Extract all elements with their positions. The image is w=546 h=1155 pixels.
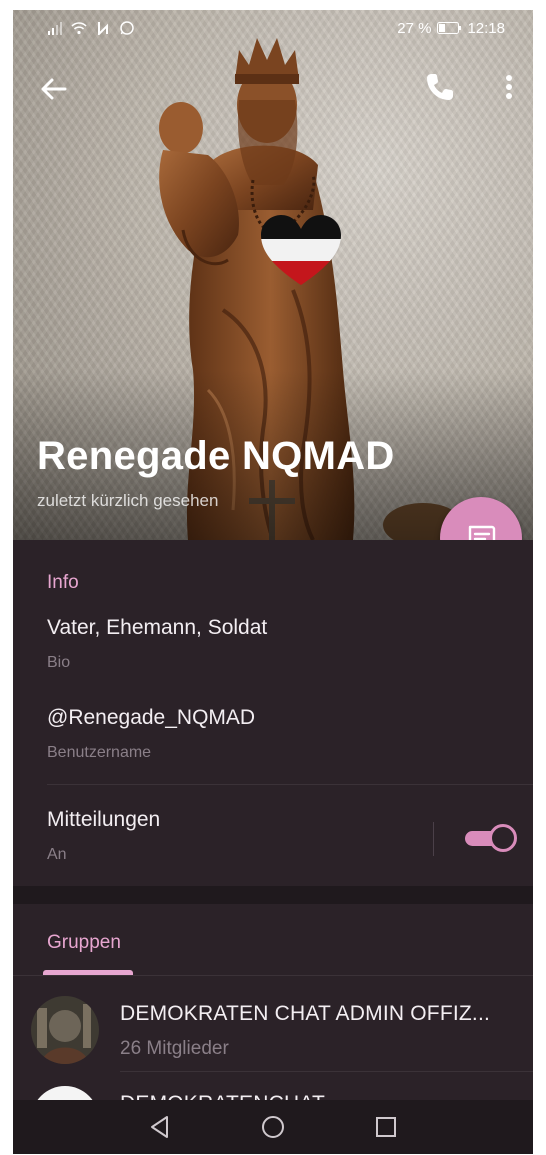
- wifi-icon: [71, 22, 87, 35]
- nfc-icon: [98, 22, 108, 35]
- notifications-state: An: [47, 846, 67, 863]
- whatsapp-icon: [120, 21, 134, 35]
- navigation-bar: [13, 1100, 533, 1154]
- list-item[interactable]: DEMOKRATEN CHAT ADMIN OFFIZ... 26 Mitgli…: [13, 982, 533, 1072]
- signal-icon: [48, 22, 62, 35]
- arrow-left-icon[interactable]: [37, 72, 71, 106]
- profile-screen: 27 % 12:18 Renegade NQMAD zuletzt kürzli…: [13, 10, 533, 1154]
- group-name: DEMOKRATEN CHAT ADMIN OFFIZ...: [120, 1002, 491, 1025]
- groups-section: Gruppen DEMOKRATEN CHAT ADMIN OFFIZ... 2…: [13, 904, 533, 1154]
- notifications-toggle[interactable]: [465, 822, 517, 854]
- tab-groups[interactable]: Gruppen: [47, 932, 121, 954]
- last-seen-status: zuletzt kürzlich gesehen: [37, 491, 219, 510]
- more-vertical-icon[interactable]: [499, 70, 519, 104]
- toggle-knob: [489, 824, 517, 852]
- status-time: 12:18: [467, 19, 505, 37]
- group-members: 26 Mitglieder: [120, 1038, 229, 1059]
- section-gap: [13, 886, 533, 904]
- username-label: Benutzername: [47, 744, 152, 761]
- battery-icon: [437, 22, 462, 34]
- info-section: Info Vater, Ehemann, Soldat Bio @Renegad…: [13, 540, 533, 886]
- info-title: Info: [47, 572, 79, 593]
- profile-name: Renegade NQMAD: [37, 434, 395, 478]
- profile-header[interactable]: 27 % 12:18 Renegade NQMAD zuletzt kürzli…: [13, 10, 533, 540]
- avatar: [31, 996, 99, 1064]
- phone-icon[interactable]: [423, 70, 457, 104]
- divider: [47, 784, 533, 785]
- nav-back-icon[interactable]: [147, 1114, 173, 1140]
- toggle-separator: [433, 822, 434, 856]
- nav-recents-icon[interactable]: [373, 1114, 399, 1140]
- tab-divider: [13, 975, 533, 976]
- battery-percent: 27 %: [397, 19, 432, 37]
- bio-label: Bio: [47, 654, 71, 671]
- status-bar: 27 % 12:18: [13, 10, 533, 46]
- nav-home-icon[interactable]: [260, 1114, 286, 1140]
- bio-value: Vater, Ehemann, Soldat: [47, 616, 268, 639]
- username-value: @Renegade_NQMAD: [47, 706, 256, 729]
- notifications-label: Mitteilungen: [47, 808, 161, 831]
